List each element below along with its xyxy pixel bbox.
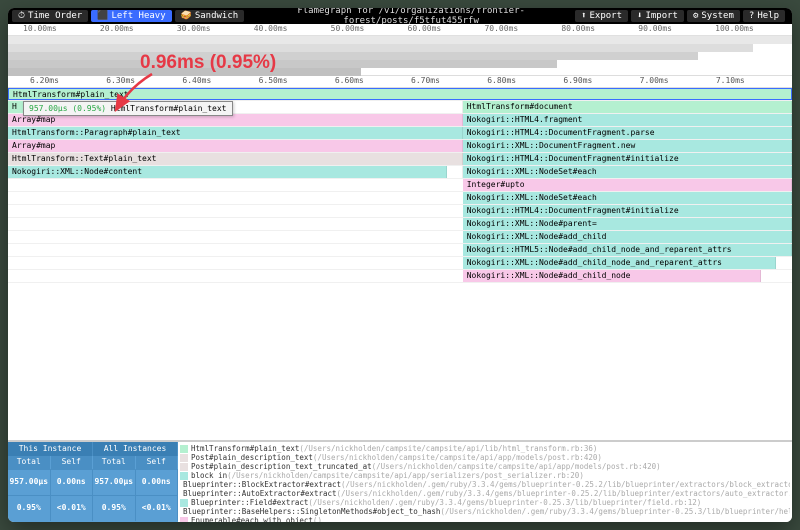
callstack-line[interactable]: Blueprinter::Field#extract (/Users/nickh… <box>180 498 790 507</box>
callstack-line[interactable]: Blueprinter::AutoExtractor#extract (/Use… <box>180 489 790 498</box>
frame[interactable]: Nokogiri::XML::NodeSet#each <box>463 166 792 178</box>
callstack-line[interactable]: Enumerable#each_with_object () <box>180 516 790 522</box>
sandwich-button[interactable]: 🥪 Sandwich <box>175 10 245 22</box>
callstack-line[interactable]: HtmlTransform#plain_text (/Users/nickhol… <box>180 444 790 453</box>
callstack[interactable]: HtmlTransform#plain_text (/Users/nickhol… <box>178 442 792 522</box>
frame[interactable]: H <box>8 101 24 113</box>
frame[interactable]: Nokogiri::XML::Node#parent= <box>463 218 792 230</box>
frame[interactable]: Nokogiri::XML::NodeSet#each <box>463 192 792 204</box>
frame[interactable]: Array#map <box>8 140 463 152</box>
callstack-line[interactable]: Blueprinter::BlockExtractor#extract (/Us… <box>180 480 790 489</box>
export-button[interactable]: ⬆ Export <box>575 10 628 22</box>
timeline-header: 10.00ms 20.00ms 30.00ms 40.00ms 50.00ms … <box>8 24 792 36</box>
frame[interactable]: Nokogiri::HTML4.fragment <box>463 114 792 126</box>
frame[interactable]: Nokogiri::HTML4::DocumentFragment.parse <box>463 127 792 139</box>
arrow-icon <box>110 72 160 122</box>
help-button[interactable]: ? Help <box>743 10 785 22</box>
flamegraph[interactable]: HtmlTransform#plain_text H HtmlTransform… <box>8 88 792 440</box>
callstack-line[interactable]: Post#plain_description_text (/Users/nick… <box>180 453 790 462</box>
callstack-line[interactable]: Post#plain_description_text_truncated_at… <box>180 462 790 471</box>
frame[interactable]: Nokogiri::XML::Node#content <box>8 166 447 178</box>
time-order-button[interactable]: ⏱ Time Order <box>12 10 88 22</box>
minimap[interactable] <box>8 36 792 76</box>
left-heavy-button[interactable]: ⬛ Left Heavy <box>91 10 171 22</box>
frame[interactable]: HtmlTransform::Paragraph#plain_text <box>8 127 463 139</box>
frame[interactable]: HtmlTransform#document <box>463 101 792 113</box>
bottom-panel: This Instance All Instances Total Self T… <box>8 440 792 522</box>
frame[interactable]: Integer#upto <box>463 179 792 191</box>
stats-table: This Instance All Instances Total Self T… <box>8 442 178 522</box>
system-button[interactable]: ⚙ System <box>687 10 740 22</box>
frame[interactable]: Nokogiri::XML::Node#add_child_node <box>463 270 761 282</box>
toolbar: ⏱ Time Order ⬛ Left Heavy 🥪 Sandwich Fla… <box>8 8 792 24</box>
frame[interactable]: Nokogiri::XML::Node#add_child_node_and_r… <box>463 257 777 269</box>
frame[interactable]: Nokogiri::XML::Node#add_child <box>463 231 792 243</box>
frame[interactable]: Nokogiri::XML::DocumentFragment.new <box>463 140 792 152</box>
frame[interactable]: Nokogiri::HTML4::DocumentFragment#initia… <box>463 153 792 165</box>
callstack-line[interactable]: Blueprinter::BaseHelpers::SingletonMetho… <box>180 507 790 516</box>
frame[interactable]: HtmlTransform::Text#plain_text <box>8 153 463 165</box>
annotation-callout: 0.96ms (0.95%) <box>140 52 276 74</box>
import-button[interactable]: ⬇ Import <box>631 10 684 22</box>
frame[interactable]: Nokogiri::HTML5::Node#add_child_node_and… <box>463 244 792 256</box>
frame[interactable]: Nokogiri::HTML4::DocumentFragment#initia… <box>463 205 792 217</box>
callstack-line[interactable]: block in (/Users/nickholden/campsite/cam… <box>180 471 790 480</box>
